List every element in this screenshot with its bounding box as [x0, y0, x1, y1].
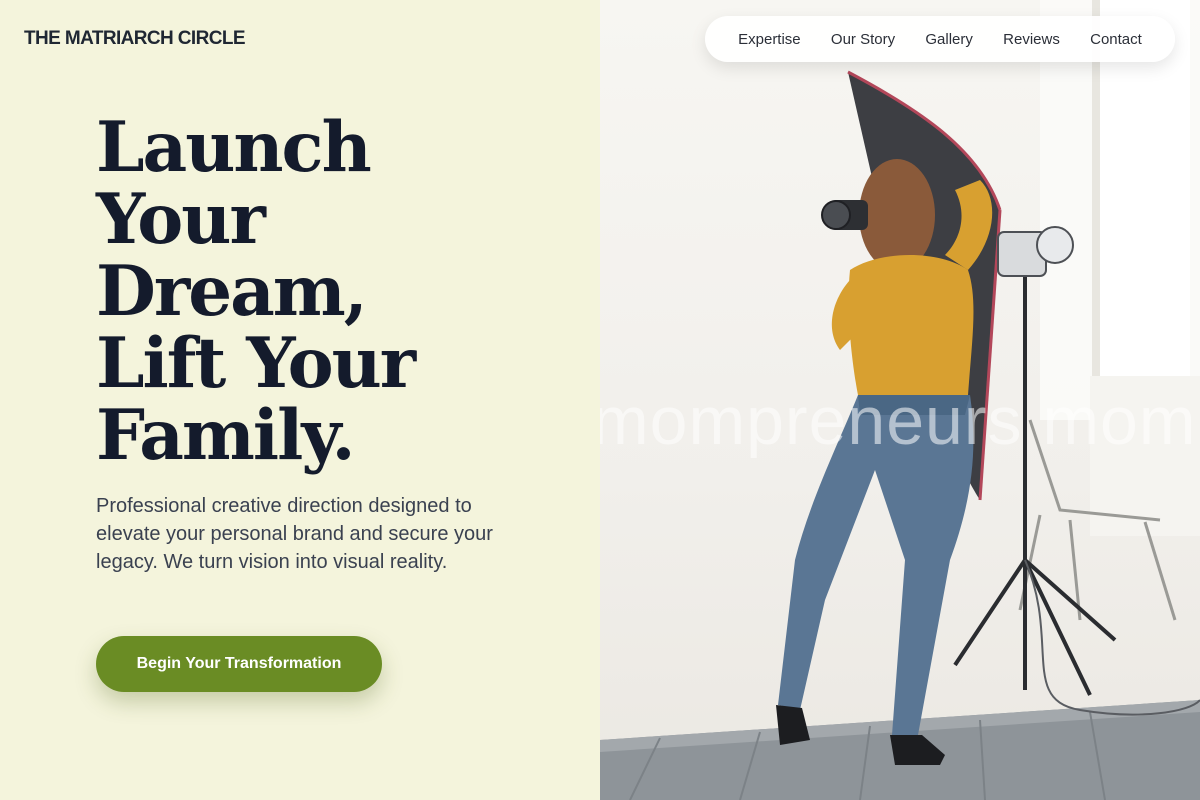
hero-title: Launch Your Dream, Lift Your Family.	[96, 112, 556, 472]
hero-title-line: Dream,	[96, 251, 368, 332]
hero-title-line: Launch	[96, 107, 372, 188]
hero-title-line: Lift Your	[96, 323, 416, 404]
nav-item-contact[interactable]: Contact	[1090, 31, 1142, 48]
nav-item-reviews[interactable]: Reviews	[1003, 31, 1060, 48]
hero-photo: mompreneurs mom	[600, 0, 1200, 800]
hero-title-line: Your	[96, 179, 266, 260]
begin-transformation-button[interactable]: Begin Your Transformation	[96, 636, 382, 692]
brand-logo[interactable]: THE MATRIARCH CIRCLE	[24, 28, 246, 50]
top-nav: Expertise Our Story Gallery Reviews Cont…	[705, 16, 1175, 62]
watermark-text: mompreneurs mom	[600, 383, 1197, 459]
hero-subtitle: Professional creative direction designed…	[96, 495, 493, 573]
nav-item-expertise[interactable]: Expertise	[738, 31, 801, 48]
nav-item-our-story[interactable]: Our Story	[831, 31, 895, 48]
hero-left-panel: THE MATRIARCH CIRCLE Launch Your Dream, …	[0, 0, 600, 800]
nav-item-gallery[interactable]: Gallery	[925, 31, 973, 48]
hero-title-line: Family.	[96, 395, 356, 476]
